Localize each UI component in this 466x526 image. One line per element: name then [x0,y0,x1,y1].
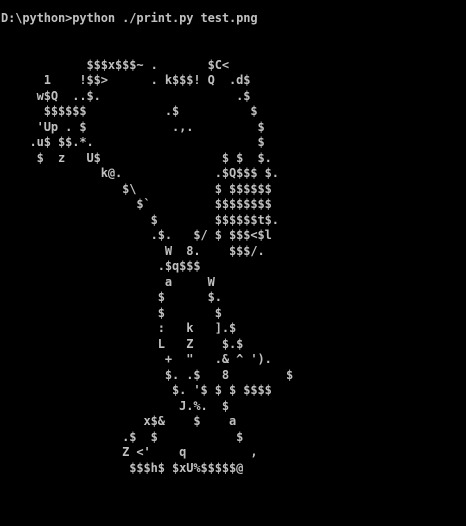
ascii-art-line: J.%. $ [1,398,229,413]
ascii-art-line: 'Up . $ .,. $ [1,119,265,134]
ascii-art-line: Z <' q , [1,445,258,459]
ascii-art-line: k@. .$Q$$$ $. [1,166,279,180]
ascii-art-line: $ $ [1,305,222,320]
ascii-art-line: $ $. [1,290,222,304]
ascii-art-line: $ z U$ $ $ $. [1,150,272,165]
console-window[interactable]: D:\python>python ./print.py test.png $$$… [0,0,466,526]
ascii-art-line: w$Q ..$. .$ [1,88,251,103]
ascii-art-output: $$$x$$$~ . $C< 1 !$$> . k$$$! Q .d$ w$Q … [1,42,293,476]
ascii-art-line: $$$$$$ .$ $ [1,104,258,118]
ascii-art-line: .$. $/ $ $$$<$l [1,228,272,242]
ascii-art-line: $. '$ $ $ $$$$ [1,383,272,397]
ascii-art-line: .u$ $$.*. $ [1,135,265,149]
ascii-art-line: .$q$$$ [1,259,201,273]
ascii-art-line: x$& $ a [1,414,237,428]
ascii-art-line: $$$x$$$~ . $C< [1,57,229,72]
ascii-art-line: : k ].$ [1,321,237,335]
ascii-art-line: $. .$ 8 $ [1,367,294,382]
command-line: D:\python>python ./print.py test.png [1,11,258,25]
ascii-art-line: W 8. $$$/. [1,243,265,258]
ascii-art-line: .$ $ $ [1,429,244,444]
ascii-art-line: + " .& ^ '). [1,352,272,366]
ascii-art-line: a W [1,274,215,289]
ascii-art-line: $\ $ $$$$$$ [1,181,272,196]
ascii-art-line: $` $$$$$$$$ [1,197,272,211]
ascii-art-line [1,42,293,58]
ascii-art-line: $ $$$$$$t$. [1,212,279,227]
ascii-art-line: L Z $.$ [1,336,244,351]
console-output: D:\python>python ./print.py test.png $$$… [1,11,293,476]
ascii-art-line: $$$h$ $xU%$$$$$@ [1,460,244,475]
ascii-art-line: 1 !$$> . k$$$! Q .d$ [1,73,251,87]
